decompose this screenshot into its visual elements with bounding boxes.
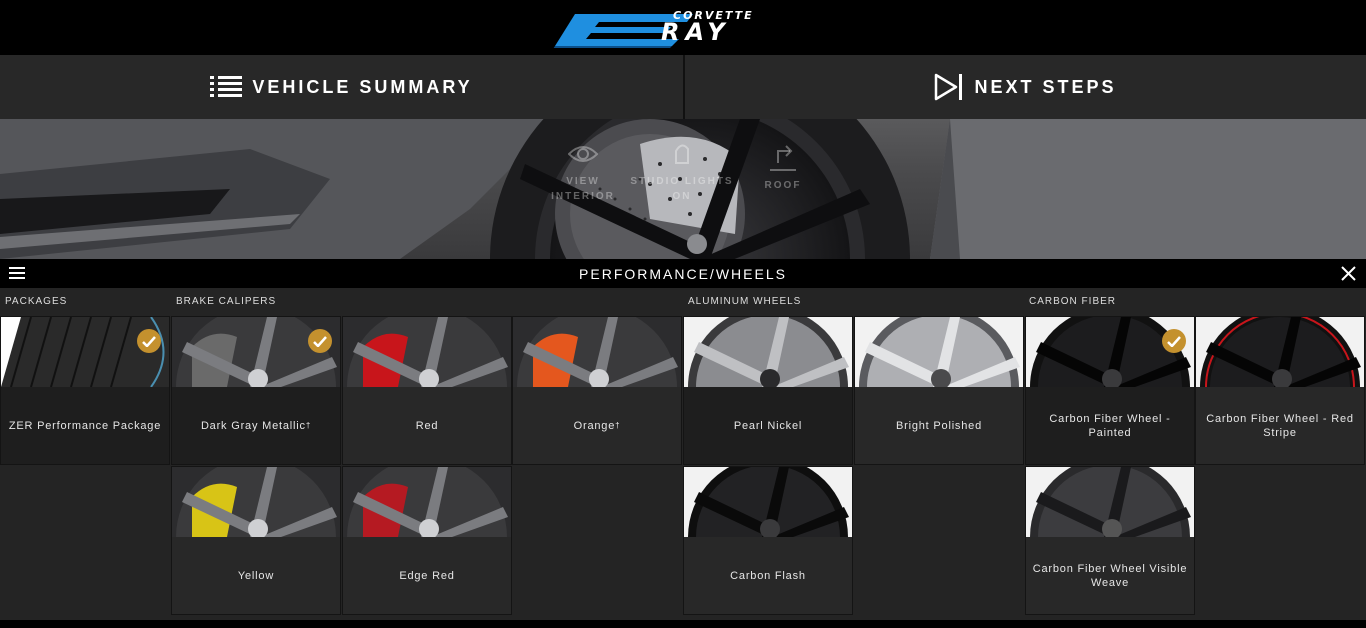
close-icon[interactable] bbox=[1341, 266, 1356, 281]
bottom-bar bbox=[0, 620, 1366, 628]
option-label: Dark Gray Metallic bbox=[200, 420, 306, 432]
view-interior-label-2: INTERIOR bbox=[551, 191, 615, 202]
option-label: Carbon Fiber Wheel - Painted bbox=[1049, 413, 1171, 439]
option-label: Carbon Fiber Wheel Visible Weave bbox=[1032, 563, 1188, 589]
option-label-wrap: Orange † bbox=[573, 420, 621, 432]
section-label-carbon-fiber: CARBON FIBER bbox=[1029, 296, 1117, 307]
option-tile-orange[interactable]: Orange † bbox=[512, 316, 682, 465]
option-tile-cf-visible-weave[interactable]: Carbon Fiber Wheel Visible Weave bbox=[1025, 466, 1195, 615]
eye-icon bbox=[567, 146, 599, 162]
vehicle-summary-button[interactable]: VEHICLE SUMMARY bbox=[0, 55, 683, 119]
vehicle-summary-label: VEHICLE SUMMARY bbox=[252, 76, 473, 97]
option-tile-cf-red-stripe[interactable]: Carbon Fiber Wheel - Red Stripe bbox=[1195, 316, 1365, 465]
option-label: Red bbox=[415, 420, 439, 432]
studio-lights-label-1: STUDIO LIGHTS bbox=[630, 176, 734, 187]
option-tile-dark-gray-metallic[interactable]: Dark Gray Metallic † bbox=[171, 316, 341, 465]
option-label: Edge Red bbox=[399, 570, 455, 582]
option-tile-bright-polished[interactable]: Bright Polished bbox=[854, 316, 1024, 465]
selected-check-icon bbox=[137, 329, 161, 353]
wheel-thumbnail-bright-polished bbox=[855, 317, 1023, 387]
option-label: Pearl Nickel bbox=[733, 420, 803, 432]
brand-header: CORVETTE RAY bbox=[0, 0, 1366, 55]
summary-nav: VEHICLE SUMMARY NEXT STEPS bbox=[0, 55, 1366, 119]
option-tile-pearl-nickel[interactable]: Pearl Nickel bbox=[683, 316, 853, 465]
caliper-thumbnail-yellow bbox=[172, 467, 340, 537]
roof-label: ROOF bbox=[764, 180, 802, 191]
logo-model: RAY bbox=[661, 18, 731, 46]
option-tile-yellow[interactable]: Yellow bbox=[171, 466, 341, 615]
roof-button[interactable]: ROOF bbox=[728, 143, 838, 193]
panel-title: PERFORMANCE/WHEELS bbox=[579, 265, 787, 282]
list-icon bbox=[210, 76, 243, 97]
roof-icon bbox=[770, 145, 796, 171]
selected-check-icon bbox=[1162, 329, 1186, 353]
option-tile-red[interactable]: Red bbox=[342, 316, 512, 465]
caliper-thumbnail-edge-red bbox=[343, 467, 511, 537]
caliper-thumbnail-orange bbox=[513, 317, 681, 387]
lightbulb-icon bbox=[675, 144, 689, 164]
studio-lights-label-2: ON bbox=[672, 191, 692, 202]
play-next-icon bbox=[935, 73, 963, 101]
selected-check-icon bbox=[308, 329, 332, 353]
option-label: Orange bbox=[573, 420, 616, 432]
wheel-thumbnail-pearl-nickel bbox=[684, 317, 852, 387]
section-label-aluminum-wheels: ALUMINUM WHEELS bbox=[688, 296, 802, 307]
option-label: Yellow bbox=[237, 570, 275, 582]
view-interior-button[interactable]: VIEW INTERIOR bbox=[528, 143, 638, 204]
vehicle-hero-image: VIEW INTERIOR STUDIO LIGHTS ON ROOF bbox=[0, 119, 1366, 259]
option-label: ZER Performance Package bbox=[8, 420, 162, 432]
option-tile-zer-performance[interactable]: ZER Performance Package bbox=[0, 316, 170, 465]
section-label-packages: PACKAGES bbox=[5, 296, 68, 307]
performance-wheels-panel: PERFORMANCE/WHEELS PACKAGES BRAKE CALIPE… bbox=[0, 259, 1366, 620]
hamburger-menu-icon[interactable] bbox=[9, 267, 25, 280]
wheel-thumbnail-carbon-flash bbox=[684, 467, 852, 537]
corvette-eray-logo[interactable]: CORVETTE RAY bbox=[553, 6, 813, 49]
panel-header: PERFORMANCE/WHEELS bbox=[0, 259, 1366, 288]
caliper-thumbnail-red bbox=[343, 317, 511, 387]
studio-lights-button[interactable]: STUDIO LIGHTS ON bbox=[627, 143, 737, 204]
next-steps-button[interactable]: NEXT STEPS bbox=[683, 55, 1366, 119]
next-steps-label: NEXT STEPS bbox=[974, 76, 1117, 97]
option-label: Carbon Flash bbox=[730, 570, 806, 582]
option-tile-cf-painted[interactable]: Carbon Fiber Wheel - Painted bbox=[1025, 316, 1195, 465]
option-label: Carbon Fiber Wheel - Red Stripe bbox=[1206, 413, 1354, 439]
view-interior-label-1: VIEW bbox=[566, 176, 600, 187]
section-label-brake-calipers: BRAKE CALIPERS bbox=[176, 296, 277, 307]
wheel-thumbnail-cf-red-stripe bbox=[1196, 317, 1364, 387]
wheel-thumbnail-cf-visible-weave bbox=[1026, 467, 1194, 537]
option-tile-edge-red[interactable]: Edge Red bbox=[342, 466, 512, 615]
option-label-wrap: Dark Gray Metallic † bbox=[200, 420, 312, 432]
option-tile-carbon-flash[interactable]: Carbon Flash bbox=[683, 466, 853, 615]
option-label: Bright Polished bbox=[896, 420, 982, 432]
